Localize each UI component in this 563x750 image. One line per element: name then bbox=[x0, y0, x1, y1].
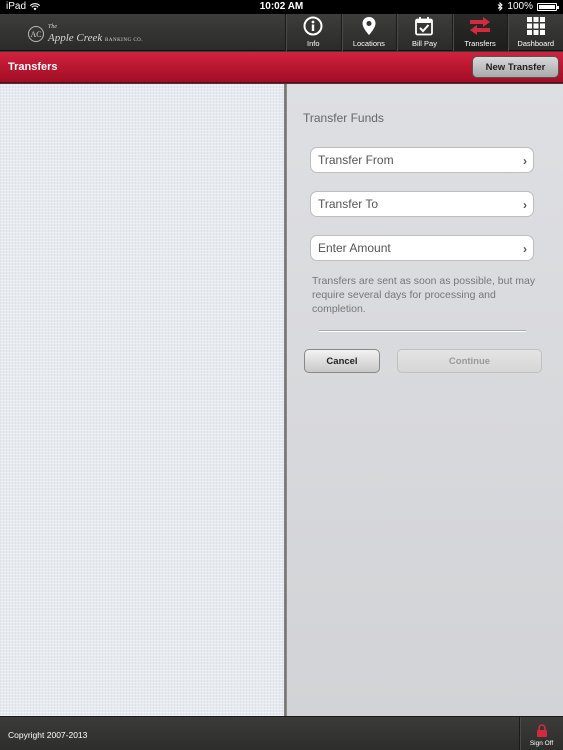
bank-logo: AC The Apple Creek BANKING CO. bbox=[28, 22, 143, 46]
title-bar: Transfers New Transfer bbox=[0, 52, 563, 83]
footer-bar: Copyright 2007-2013 Sign Off bbox=[0, 716, 563, 750]
transfer-to-field[interactable]: Transfer To › bbox=[310, 191, 534, 217]
sign-off-label: Sign Off bbox=[529, 740, 554, 747]
nav-transfers-label: Transfers bbox=[464, 39, 496, 48]
chevron-right-icon: › bbox=[523, 242, 527, 256]
new-transfer-button[interactable]: New Transfer bbox=[472, 56, 559, 78]
main-nav: Info Locations Bill Pay Transfers Dashbo… bbox=[285, 14, 563, 51]
status-bar: iPad 10:02 AM 100% bbox=[0, 0, 563, 14]
transfer-note: Transfers are sent as soon as possible, … bbox=[312, 275, 536, 315]
bank-name: The Apple Creek BANKING CO. bbox=[48, 22, 143, 46]
battery-icon bbox=[537, 2, 559, 11]
nav-locations-label: Locations bbox=[352, 39, 385, 48]
bank-seal-icon: AC bbox=[28, 26, 44, 42]
battery-percent: 100% bbox=[507, 1, 533, 12]
transfer-form-pane: Transfer Funds Transfer From › Transfer … bbox=[287, 84, 563, 716]
calendar-check-icon bbox=[415, 17, 434, 36]
status-time: 10:02 AM bbox=[259, 1, 304, 12]
nav-locations[interactable]: Locations bbox=[340, 14, 397, 51]
page-title: Transfers bbox=[8, 61, 58, 73]
grid-icon bbox=[526, 17, 545, 35]
nav-dashboard-label: Dashboard bbox=[517, 39, 555, 48]
location-pin-icon bbox=[362, 17, 376, 35]
copyright-text: Copyright 2007-2013 bbox=[8, 730, 88, 740]
cancel-button[interactable]: Cancel bbox=[304, 349, 380, 373]
enter-amount-field[interactable]: Enter Amount › bbox=[310, 235, 534, 261]
chevron-right-icon: › bbox=[523, 198, 527, 212]
status-right: 100% bbox=[497, 1, 559, 12]
transfer-to-label: Transfer To bbox=[318, 197, 379, 211]
form-heading: Transfer Funds bbox=[303, 111, 384, 125]
bluetooth-icon bbox=[498, 2, 504, 11]
enter-amount-label: Enter Amount bbox=[318, 241, 391, 255]
nav-transfers[interactable]: Transfers bbox=[451, 14, 508, 51]
left-pane bbox=[0, 84, 284, 716]
bank-name-banking: BANKING CO. bbox=[105, 38, 144, 43]
nav-bill-pay-label: Bill Pay bbox=[411, 39, 437, 48]
lock-icon bbox=[536, 724, 547, 737]
transfer-from-field[interactable]: Transfer From › bbox=[310, 147, 534, 173]
info-icon bbox=[303, 16, 323, 36]
form-separator bbox=[319, 330, 526, 331]
continue-button[interactable]: Continue bbox=[397, 349, 542, 373]
chevron-right-icon: › bbox=[523, 154, 527, 168]
nav-info-label: Info bbox=[307, 39, 320, 48]
nav-info[interactable]: Info bbox=[285, 14, 341, 51]
sign-off-button[interactable]: Sign Off bbox=[519, 717, 563, 750]
transfer-from-label: Transfer From bbox=[318, 153, 394, 167]
bank-name-main: Apple Creek bbox=[48, 32, 103, 44]
nav-bill-pay[interactable]: Bill Pay bbox=[396, 14, 452, 51]
top-nav-bar: AC The Apple Creek BANKING CO. Info Loca… bbox=[0, 14, 563, 51]
transfer-arrows-icon bbox=[470, 17, 491, 35]
nav-dashboard[interactable]: Dashboard bbox=[507, 14, 563, 51]
